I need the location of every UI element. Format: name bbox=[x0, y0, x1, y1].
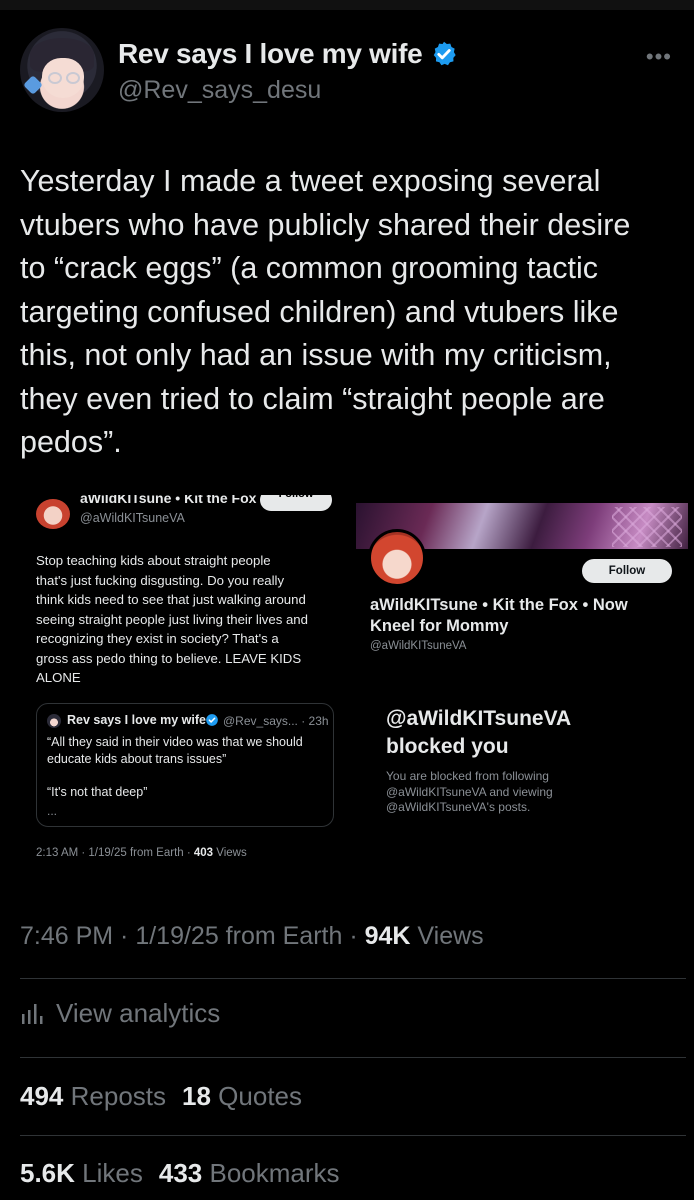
quote-ellipsis: ... bbox=[47, 804, 58, 818]
avatar-bow bbox=[23, 75, 43, 95]
reposts-label: Reposts bbox=[70, 1081, 167, 1111]
profile-avatar bbox=[368, 529, 426, 587]
view-analytics-button[interactable]: View analytics bbox=[20, 998, 220, 1029]
tweet-text: Yesterday I made a tweet exposing severa… bbox=[20, 164, 631, 459]
likes-label: Likes bbox=[82, 1158, 143, 1188]
divider bbox=[20, 978, 686, 979]
quotes-label: Quotes bbox=[218, 1081, 302, 1111]
quote-verified-icon bbox=[206, 714, 218, 726]
quote-meta: @Rev_says... · 23h bbox=[223, 714, 329, 728]
reposts-count: 494 bbox=[20, 1081, 64, 1111]
verified-badge-icon bbox=[434, 41, 457, 66]
profile-follow-button: Follow bbox=[582, 559, 672, 583]
author-handle[interactable]: @Rev_says_desu bbox=[118, 76, 321, 105]
quote-avatar bbox=[47, 714, 61, 728]
bookmarks-label: Bookmarks bbox=[209, 1158, 340, 1188]
stats-row-likes: 5.6K Likes 433 Bookmarks bbox=[20, 1158, 340, 1189]
tweet-meta: 7:46 PM · 1/19/25 from Earth · 94K Views bbox=[20, 922, 484, 951]
embedded-footer-views-num: 403 bbox=[193, 847, 214, 859]
avatar-glasses-right bbox=[66, 72, 80, 84]
embedded-quote-card: Rev says I love my wife @Rev_says... · 2… bbox=[36, 703, 334, 827]
profile-display-name: aWildKITsune • Kit the Fox • Now Kneel f… bbox=[370, 596, 628, 635]
reposts-stat[interactable]: 494 Reposts bbox=[20, 1081, 166, 1112]
embedded-avatar bbox=[36, 499, 70, 529]
embedded-footer-time: 2:13 AM · 1/19/25 from Earth · bbox=[36, 847, 194, 859]
quotes-stat[interactable]: 18 Quotes bbox=[182, 1081, 302, 1112]
more-dots-icon[interactable]: ••• bbox=[646, 44, 672, 70]
blocked-title: @aWildKITsuneVA blocked you bbox=[386, 707, 572, 758]
stats-row-reposts: 494 Reposts 18 Quotes bbox=[20, 1081, 302, 1112]
profile-handle: @aWildKITsuneVA bbox=[370, 640, 467, 652]
likes-stat[interactable]: 5.6K Likes bbox=[20, 1158, 143, 1189]
embedded-screenshot-right[interactable]: Follow aWildKITsune • Kit the Fox • Now … bbox=[356, 503, 688, 823]
views-label: Views bbox=[410, 922, 484, 950]
divider bbox=[20, 1135, 686, 1136]
embedded-follow-button: Follow bbox=[260, 495, 332, 511]
embedded-screenshot-left[interactable]: aWildKITsune • Kit the Fox •... Follow @… bbox=[20, 495, 350, 875]
quote-author-name: Rev says I love my wife bbox=[67, 713, 206, 727]
author-name-row[interactable]: Rev says I love my wife bbox=[118, 38, 458, 70]
bookmarks-count: 433 bbox=[158, 1158, 203, 1188]
likes-count: 5.6K bbox=[20, 1158, 75, 1188]
embedded-handle: @aWildKITsuneVA bbox=[80, 511, 185, 525]
embedded-footer: 2:13 AM · 1/19/25 from Earth · 403 Views bbox=[36, 847, 247, 859]
divider bbox=[20, 1057, 686, 1058]
analytics-bars-icon bbox=[22, 1003, 43, 1024]
avatar-glasses-left bbox=[48, 72, 62, 84]
blocked-description: You are blocked from following @aWildKIT… bbox=[386, 769, 553, 814]
author-avatar[interactable] bbox=[20, 28, 104, 112]
embedded-footer-views-label: Views bbox=[213, 847, 247, 859]
author-display-name[interactable]: Rev says I love my wife bbox=[118, 38, 423, 70]
quote-text: “All they said in their video was that w… bbox=[47, 735, 303, 799]
tweet-header: Rev says I love my wife @Rev_says_desu •… bbox=[0, 0, 694, 130]
banner-pattern bbox=[612, 507, 682, 547]
bookmarks-stat[interactable]: 433 Bookmarks bbox=[159, 1158, 340, 1189]
tweet-timestamp[interactable]: 7:46 PM · 1/19/25 from Earth · bbox=[20, 922, 365, 950]
embedded-post-text: Stop teaching kids about straight people… bbox=[36, 553, 308, 685]
quotes-count: 18 bbox=[182, 1081, 211, 1111]
view-analytics-label[interactable]: View analytics bbox=[56, 998, 220, 1029]
views-count: 94K bbox=[364, 922, 411, 950]
